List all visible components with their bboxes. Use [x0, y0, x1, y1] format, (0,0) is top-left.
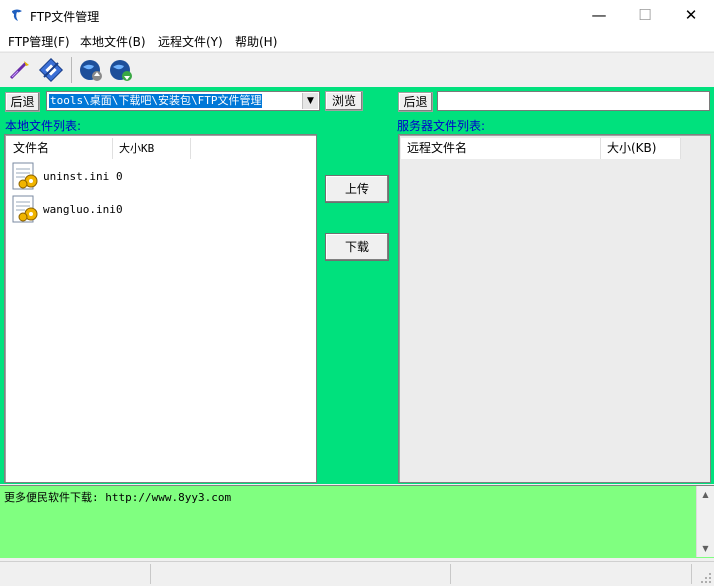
ini-file-icon	[12, 195, 38, 223]
status-pane	[451, 564, 692, 584]
menu-remote-file[interactable]: 远程文件(Y)	[158, 33, 223, 50]
local-back-button[interactable]: 后退	[5, 92, 40, 112]
connect-icon[interactable]	[6, 57, 32, 83]
close-button[interactable]: ✕	[668, 0, 714, 30]
file-size: 0	[116, 203, 123, 216]
browse-button[interactable]: 浏览	[325, 91, 363, 111]
disconnect-icon[interactable]	[38, 57, 64, 83]
list-item[interactable]: wangluo.ini 0	[11, 194, 131, 226]
local-list-label: 本地文件列表:	[5, 119, 82, 133]
main-area: 后退 tools\桌面\下载吧\安装包\FTP文件管理 ▼ 浏览 后退 本地文件…	[0, 87, 714, 484]
minimize-button[interactable]: —	[576, 0, 622, 30]
file-name: wangluo.ini	[43, 203, 116, 216]
menu-ftp-manage[interactable]: FTP管理(F)	[8, 33, 70, 50]
remote-col-filename[interactable]: 远程文件名	[401, 138, 601, 159]
window-title: FTP文件管理	[30, 10, 100, 24]
list-item[interactable]: uninst.ini 0	[11, 161, 131, 193]
vertical-scrollbar[interactable]: ▲ ▼	[696, 486, 714, 557]
remote-col-size[interactable]: 大小(KB)	[601, 138, 681, 159]
file-name: uninst.ini	[43, 170, 110, 183]
chevron-down-icon[interactable]: ▼	[302, 93, 318, 109]
upload-button[interactable]: 上传	[325, 175, 389, 203]
scroll-down-icon[interactable]: ▼	[697, 540, 714, 557]
download-button[interactable]: 下载	[325, 233, 389, 261]
remote-back-button[interactable]: 后退	[398, 92, 433, 112]
resize-grip-icon[interactable]	[700, 572, 712, 584]
download-globe-icon[interactable]	[108, 57, 134, 83]
status-pane	[0, 564, 151, 584]
app-window: FTP文件管理 — ☐ ✕ FTP管理(F) 本地文件(B) 远程文件(Y) 帮…	[0, 0, 714, 586]
menu-local-file[interactable]: 本地文件(B)	[80, 33, 146, 50]
remote-path-input[interactable]	[437, 91, 710, 111]
local-col-size[interactable]: 大小KB	[113, 138, 191, 159]
local-path-combo[interactable]: tools\桌面\下载吧\安装包\FTP文件管理 ▼	[46, 91, 320, 111]
local-col-filename[interactable]: 文件名	[7, 138, 113, 159]
toolbar	[0, 52, 714, 88]
maximize-button[interactable]: ☐	[622, 0, 668, 30]
menu-bar: FTP管理(F) 本地文件(B) 远程文件(Y) 帮助(H)	[0, 30, 714, 51]
status-bar	[0, 561, 714, 586]
remote-list-label: 服务器文件列表:	[397, 119, 486, 133]
scroll-up-icon[interactable]: ▲	[697, 486, 714, 503]
file-size: 0	[116, 170, 123, 183]
local-file-list[interactable]: 文件名 大小KB uninst.ini 0 wangluo.ini 0	[4, 134, 317, 483]
title-bar: FTP文件管理 — ☐ ✕	[0, 0, 714, 30]
status-pane	[151, 564, 451, 584]
remote-file-list[interactable]: 远程文件名 大小(KB)	[398, 134, 711, 483]
app-logo-icon	[12, 9, 22, 21]
info-textarea[interactable]: 更多便民软件下载: http://www.8yy3.com ▲ ▼	[0, 485, 714, 558]
toolbar-separator	[71, 57, 72, 83]
ini-file-icon	[12, 162, 38, 190]
menu-help[interactable]: 帮助(H)	[235, 33, 277, 50]
upload-globe-icon[interactable]	[78, 57, 104, 83]
info-text: 更多便民软件下载: http://www.8yy3.com	[4, 491, 232, 504]
local-path-text: tools\桌面\下载吧\安装包\FTP文件管理	[49, 94, 263, 108]
